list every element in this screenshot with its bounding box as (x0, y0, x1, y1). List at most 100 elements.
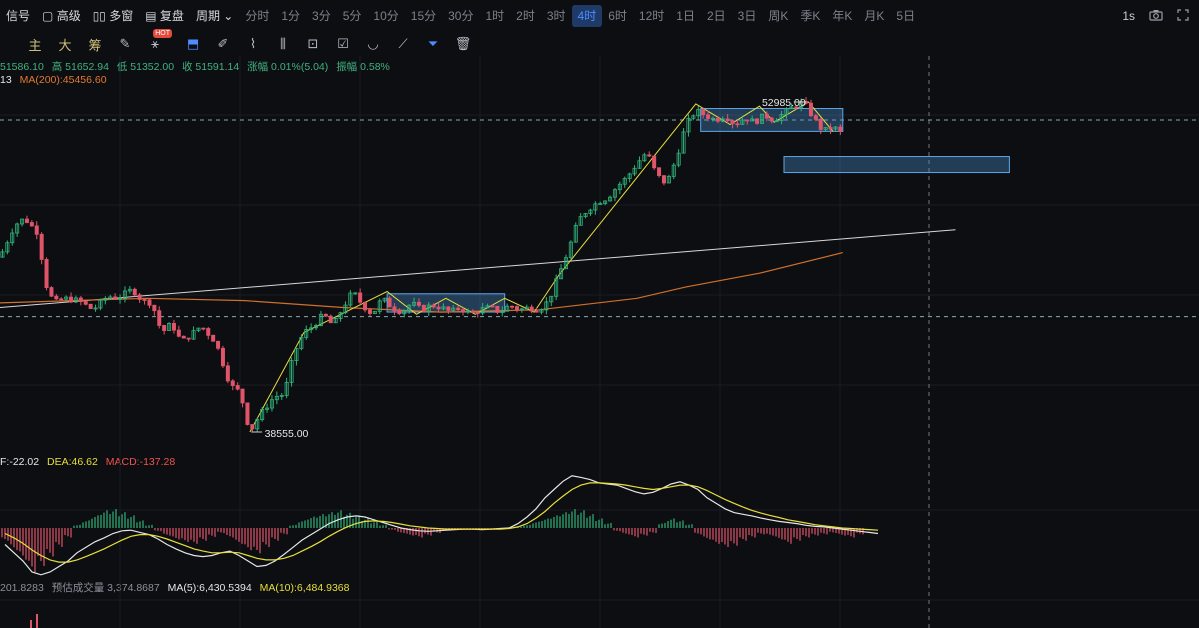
candle-body (377, 300, 382, 312)
toolbar-item[interactable]: 12时 (633, 5, 670, 27)
toolbar-item[interactable]: 1分 (275, 5, 306, 27)
dif-value: F:-22.02 (0, 456, 40, 468)
candle-body (265, 407, 270, 410)
toolbar-item[interactable]: 5分 (337, 5, 368, 27)
edit-square-icon[interactable]: ✎ (116, 35, 134, 53)
ruler-icon[interactable]: ⟋ (394, 35, 412, 53)
candle-body (304, 329, 309, 338)
interval-label[interactable]: 1s (1122, 9, 1135, 23)
consolidation-zone (386, 293, 506, 313)
candle-body (500, 310, 505, 313)
arc-icon[interactable]: ◡ (364, 35, 382, 53)
toolbar-item[interactable]: 1时 (479, 5, 510, 27)
candle-body (446, 306, 451, 311)
main-indicator-button[interactable]: 主 (26, 35, 44, 53)
toolbar-item[interactable]: 分时 (239, 5, 275, 27)
toolbar-item[interactable]: 信号 (0, 5, 36, 27)
candle-body (598, 203, 603, 205)
candle-body (441, 306, 446, 310)
candle-body (593, 203, 598, 211)
toolbar-item[interactable]: 4时 (571, 5, 603, 27)
toolbar-item[interactable]: 周期 ⌄ (190, 5, 239, 27)
trash-bin-icon[interactable]: ⊡ (304, 35, 322, 53)
note-icon[interactable]: ☑ (334, 35, 352, 53)
toolbar-item[interactable]: 季K (794, 5, 826, 27)
candle-body (617, 183, 622, 191)
toolbar-item[interactable]: 3日 (732, 5, 763, 27)
candle-body (201, 327, 206, 330)
candle-body (15, 223, 20, 234)
toolbar-item[interactable]: 周K (762, 5, 794, 27)
magic-pen-icon[interactable]: ⚹ HOT (146, 29, 172, 53)
macd-layer (1, 475, 879, 576)
candle-body (122, 290, 127, 299)
filter-icon[interactable]: ⏷ (424, 35, 442, 53)
toolbar-item[interactable]: ▯▯ 多窗 (87, 5, 140, 27)
candle-body (632, 167, 637, 175)
candle-body (715, 117, 720, 122)
pencil-icon[interactable]: ✐ (214, 35, 232, 53)
candle-body (818, 118, 823, 130)
candle-body (157, 310, 162, 326)
candle-body (465, 310, 470, 313)
expand-icon[interactable] (1177, 8, 1189, 24)
toolbar-item[interactable]: 2时 (510, 5, 541, 27)
toolbar-item[interactable]: 年K (826, 5, 858, 27)
candle-body (367, 309, 372, 314)
close-value: 收 51591.14 (182, 61, 240, 73)
candle-body (490, 305, 495, 308)
candle-body (745, 119, 750, 122)
shape-tool-icon[interactable]: ⬒ (184, 35, 202, 53)
candle-body (519, 308, 524, 311)
toolbar-item[interactable]: 15分 (405, 5, 442, 27)
toolbar-item[interactable]: 2日 (701, 5, 732, 27)
dif-line (4, 475, 879, 576)
candles-icon[interactable]: ⫼ (274, 35, 292, 53)
candle-body (24, 218, 29, 223)
candle-body (730, 120, 735, 125)
candle-body (132, 288, 137, 296)
toolbar-item[interactable]: 月K (858, 5, 890, 27)
candle-body (118, 297, 123, 300)
macd-info: F:-22.02 DEA:46.62 MACD:-137.28 (0, 456, 180, 468)
candle-body (147, 299, 152, 306)
candle-body (759, 113, 764, 124)
candle-body (823, 127, 828, 130)
candle-body (0, 251, 5, 258)
chip-indicator-button[interactable]: 筹 (86, 35, 104, 53)
toolbar-item[interactable]: 3分 (306, 5, 337, 27)
toolbar-item[interactable]: 3时 (541, 5, 572, 27)
vol-ma10: MA(10):6,484.9368 (259, 582, 350, 594)
candle-body (808, 102, 813, 117)
candle-body (54, 295, 59, 300)
toolbar-item[interactable]: ▤ 复盘 (139, 5, 190, 27)
kline-chart[interactable]: 52985.00 38555.00 (0, 0, 1199, 628)
candle-body (230, 380, 235, 386)
camera-icon[interactable] (1149, 9, 1163, 24)
dea-line (4, 482, 879, 563)
candle-body (69, 296, 74, 303)
candle-body (318, 313, 323, 326)
candle-body (220, 347, 225, 367)
candle-body (225, 365, 230, 382)
candle-body (127, 288, 132, 292)
vol-value: 201.8283 (0, 582, 44, 594)
toolbar-item[interactable]: 10分 (367, 5, 404, 27)
big-indicator-button[interactable]: 大 (56, 35, 74, 53)
brush-icon[interactable]: ⌇ (244, 35, 262, 53)
candle-body (167, 323, 172, 331)
delete-icon[interactable]: 🗑 (454, 35, 472, 53)
candle-body (676, 152, 681, 166)
toolbar-item[interactable]: 1日 (670, 5, 701, 27)
candle-body (142, 299, 147, 301)
candle-body (671, 164, 676, 177)
toolbar-item[interactable]: 5日 (890, 5, 921, 27)
toolbar-item[interactable]: 6时 (602, 5, 633, 27)
candle-body (828, 127, 833, 130)
toolbar-item[interactable]: ▢ 高级 (36, 5, 87, 27)
ma200-value: MA(200):45456.60 (19, 74, 107, 86)
candle-body (686, 117, 691, 133)
candle-body (348, 292, 353, 306)
toolbar-item[interactable]: 30分 (442, 5, 479, 27)
candle-body (710, 117, 715, 120)
